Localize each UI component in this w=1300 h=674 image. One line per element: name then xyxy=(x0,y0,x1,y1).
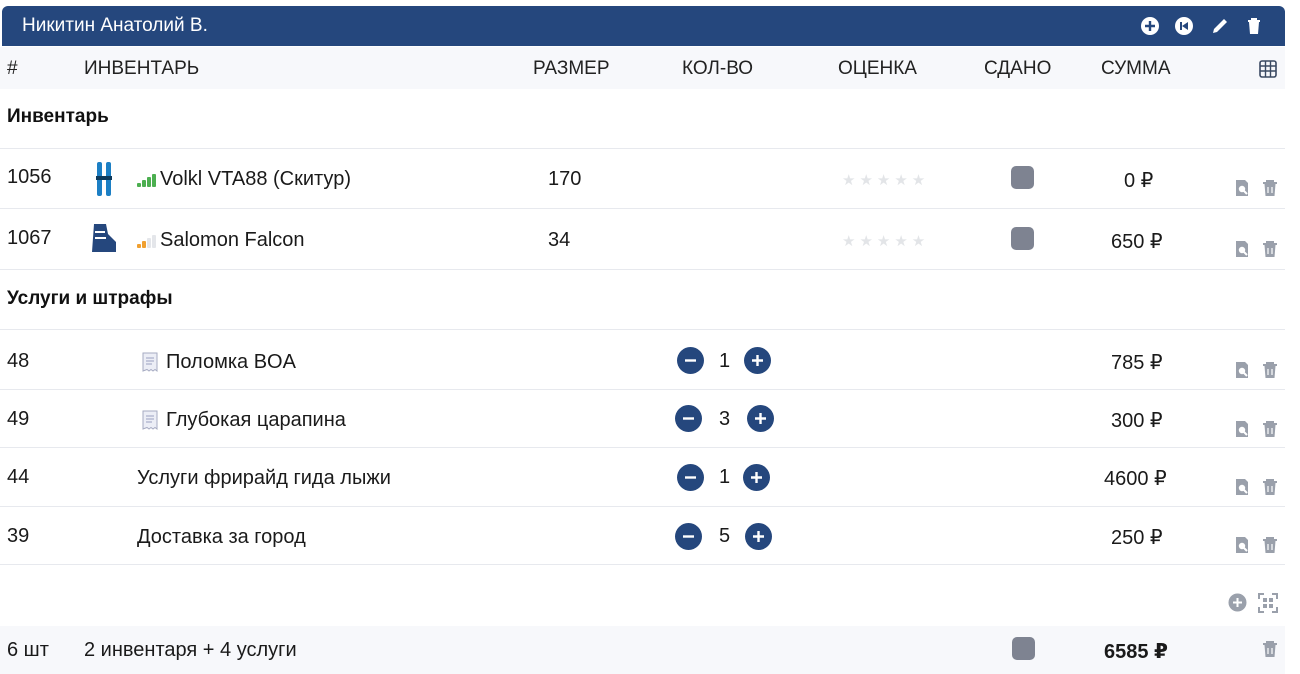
row-id: 49 xyxy=(7,408,30,430)
trash-icon[interactable] xyxy=(1261,640,1279,658)
trash-icon[interactable] xyxy=(1261,536,1279,554)
service-sum: 785 ₽ xyxy=(1111,352,1163,374)
table-header: # ИНВЕНТАРЬ РАЗМЕР КОЛ-ВО ОЦЕНКА СДАНО С… xyxy=(0,47,1285,89)
view-document-icon[interactable] xyxy=(1233,478,1251,496)
service-sum: 250 ₽ xyxy=(1111,527,1163,549)
plus-circle-icon[interactable] xyxy=(1140,16,1160,36)
service-name[interactable]: Поломка BOA xyxy=(166,351,296,374)
service-name[interactable]: Глубокая царапина xyxy=(166,409,346,432)
column-size: РАЗМЕР xyxy=(533,58,610,79)
trash-icon[interactable] xyxy=(1261,240,1279,258)
trash-icon[interactable] xyxy=(1261,478,1279,496)
column-rating: ОЦЕНКА xyxy=(838,58,917,79)
service-qty: 1 xyxy=(719,466,731,488)
return-all-checkbox[interactable] xyxy=(1012,637,1035,660)
decrement-button[interactable] xyxy=(675,523,702,550)
decrement-button[interactable] xyxy=(677,347,704,374)
item-sum: 0 ₽ xyxy=(1124,170,1154,192)
item-size: 170 xyxy=(548,168,582,190)
increment-button[interactable] xyxy=(747,405,774,432)
item-name[interactable]: Salomon Falcon xyxy=(160,229,305,252)
rating-stars[interactable]: ★★★★★ xyxy=(842,171,929,189)
decrement-button[interactable] xyxy=(675,405,702,432)
receipt-icon xyxy=(142,352,158,372)
increment-button[interactable] xyxy=(744,347,771,374)
table-row[interactable]: 1067 Salomon Falcon 34 ★★★★★ 650 ₽ xyxy=(0,208,1285,269)
view-document-icon[interactable] xyxy=(1233,420,1251,438)
view-document-icon[interactable] xyxy=(1233,361,1251,379)
signal-icon xyxy=(137,173,156,187)
add-item-icon[interactable] xyxy=(1228,593,1247,612)
section-inventory-title: Инвентарь xyxy=(7,106,109,127)
skip-back-icon[interactable] xyxy=(1174,16,1194,36)
table-row[interactable]: 48 Поломка BOA 1 785 ₽ xyxy=(0,329,1285,389)
view-document-icon[interactable] xyxy=(1233,240,1251,258)
column-returned: СДАНО xyxy=(984,58,1052,79)
item-sum: 650 ₽ xyxy=(1111,231,1163,253)
column-num: # xyxy=(7,58,18,79)
total-summary: 2 инвентаря + 4 услуги xyxy=(84,639,297,661)
trash-icon[interactable] xyxy=(1261,361,1279,379)
service-sum: 4600 ₽ xyxy=(1104,468,1167,490)
table-row[interactable]: 1056 Volkl VTA88 (Скитур) 170 ★★★★★ 0 ₽ xyxy=(0,148,1285,208)
trash-icon[interactable] xyxy=(1261,179,1279,197)
section-divider xyxy=(0,269,1285,329)
ski-icon xyxy=(96,162,112,196)
receipt-icon xyxy=(142,410,158,430)
client-header: Никитин Анатолий В. xyxy=(2,6,1285,46)
trash-icon[interactable] xyxy=(1261,420,1279,438)
decrement-button[interactable] xyxy=(677,464,704,491)
totals-footer: 6 шт 2 инвентаря + 4 услуги 6585 ₽ xyxy=(0,626,1285,674)
service-qty: 3 xyxy=(719,408,731,430)
table-row[interactable]: 49 Глубокая царапина 3 300 ₽ xyxy=(0,389,1285,447)
signal-icon xyxy=(137,234,156,248)
total-count: 6 шт xyxy=(7,639,49,661)
row-id: 1067 xyxy=(7,227,52,249)
service-name[interactable]: Услуги фрирайд гида лыжи xyxy=(137,467,391,490)
row-id: 1056 xyxy=(7,166,52,188)
item-size: 34 xyxy=(548,229,571,251)
item-name[interactable]: Volkl VTA88 (Скитур) xyxy=(160,168,351,191)
ski-boot-icon xyxy=(92,224,116,252)
service-qty: 1 xyxy=(719,350,731,372)
service-qty: 5 xyxy=(719,525,731,547)
table-row[interactable]: 39 Доставка за город 5 250 ₽ xyxy=(0,506,1285,564)
table-settings-icon[interactable] xyxy=(1259,60,1277,78)
returned-checkbox[interactable] xyxy=(1011,227,1034,250)
column-sum: СУММА xyxy=(1101,58,1171,79)
row-id: 39 xyxy=(7,525,30,547)
scan-qr-icon[interactable] xyxy=(1258,593,1278,613)
increment-button[interactable] xyxy=(745,523,772,550)
total-sum: 6585 ₽ xyxy=(1104,641,1168,663)
table-row[interactable]: 44 Услуги фрирайд гида лыжи 1 4600 ₽ xyxy=(0,447,1285,506)
section-services-title: Услуги и штрафы xyxy=(7,288,173,309)
returned-checkbox[interactable] xyxy=(1011,166,1034,189)
row-id: 44 xyxy=(7,466,30,488)
service-name[interactable]: Доставка за город xyxy=(137,526,306,549)
column-item: ИНВЕНТАРЬ xyxy=(84,58,200,79)
trash-icon[interactable] xyxy=(1244,16,1264,36)
increment-button[interactable] xyxy=(743,464,770,491)
column-qty: КОЛ-ВО xyxy=(682,58,754,79)
client-name: Никитин Анатолий В. xyxy=(22,15,208,36)
rating-stars[interactable]: ★★★★★ xyxy=(842,232,929,250)
table-end-divider xyxy=(0,564,1285,565)
row-id: 48 xyxy=(7,350,30,372)
pencil-icon[interactable] xyxy=(1210,16,1230,36)
view-document-icon[interactable] xyxy=(1233,536,1251,554)
view-document-icon[interactable] xyxy=(1233,179,1251,197)
service-sum: 300 ₽ xyxy=(1111,410,1163,432)
